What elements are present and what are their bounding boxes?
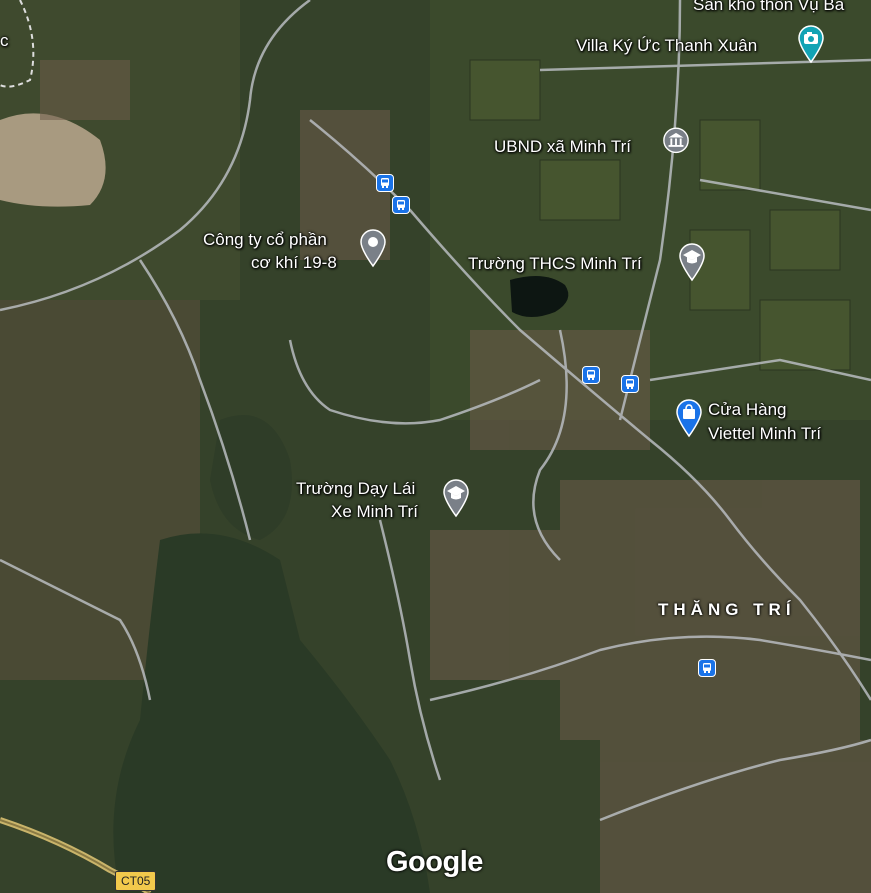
school-icon[interactable] [441,478,471,518]
location-pin-icon[interactable] [358,228,388,268]
bus-stop-icon[interactable] [392,196,410,214]
google-attribution-logo: Google [386,846,483,878]
place-label-driving-line2[interactable]: Xe Minh Trí [331,501,418,523]
place-label-store-line2[interactable]: Viettel Minh Trí [708,423,821,445]
place-label-driving-line1[interactable]: Trường Dạy Lái [296,478,415,500]
satellite-imagery [0,0,871,893]
camera-icon[interactable] [796,24,826,64]
place-label-store-line1[interactable]: Cửa Hàng [708,399,786,421]
place-label-ubnd[interactable]: UBND xã Minh Trí [494,136,631,158]
place-label-left-partial: c [0,31,9,50]
shopping-bag-icon[interactable] [674,398,704,438]
school-icon[interactable] [677,242,707,282]
government-icon[interactable] [662,126,690,164]
road-shield-ct05: CT05 [115,871,157,891]
bus-stop-icon[interactable] [621,375,639,393]
place-label-company-line1[interactable]: Công ty cổ phần [203,229,327,251]
place-label-school[interactable]: Trường THCS Minh Trí [468,253,642,275]
bus-stop-icon[interactable] [698,659,716,677]
map-view[interactable]: Sân kho thôn Vụ Ba c Villa Ký Ức Thanh X… [0,0,871,893]
place-label-villa[interactable]: Villa Ký Ức Thanh Xuân [576,35,757,57]
place-label-company-line2[interactable]: cơ khí 19-8 [251,252,337,274]
place-label-top-partial[interactable]: Sân kho thôn Vụ Ba [693,0,844,16]
bus-stop-icon[interactable] [582,366,600,384]
bus-stop-icon[interactable] [376,174,394,192]
area-label-thang-tri: THĂNG TRÍ [658,600,796,619]
